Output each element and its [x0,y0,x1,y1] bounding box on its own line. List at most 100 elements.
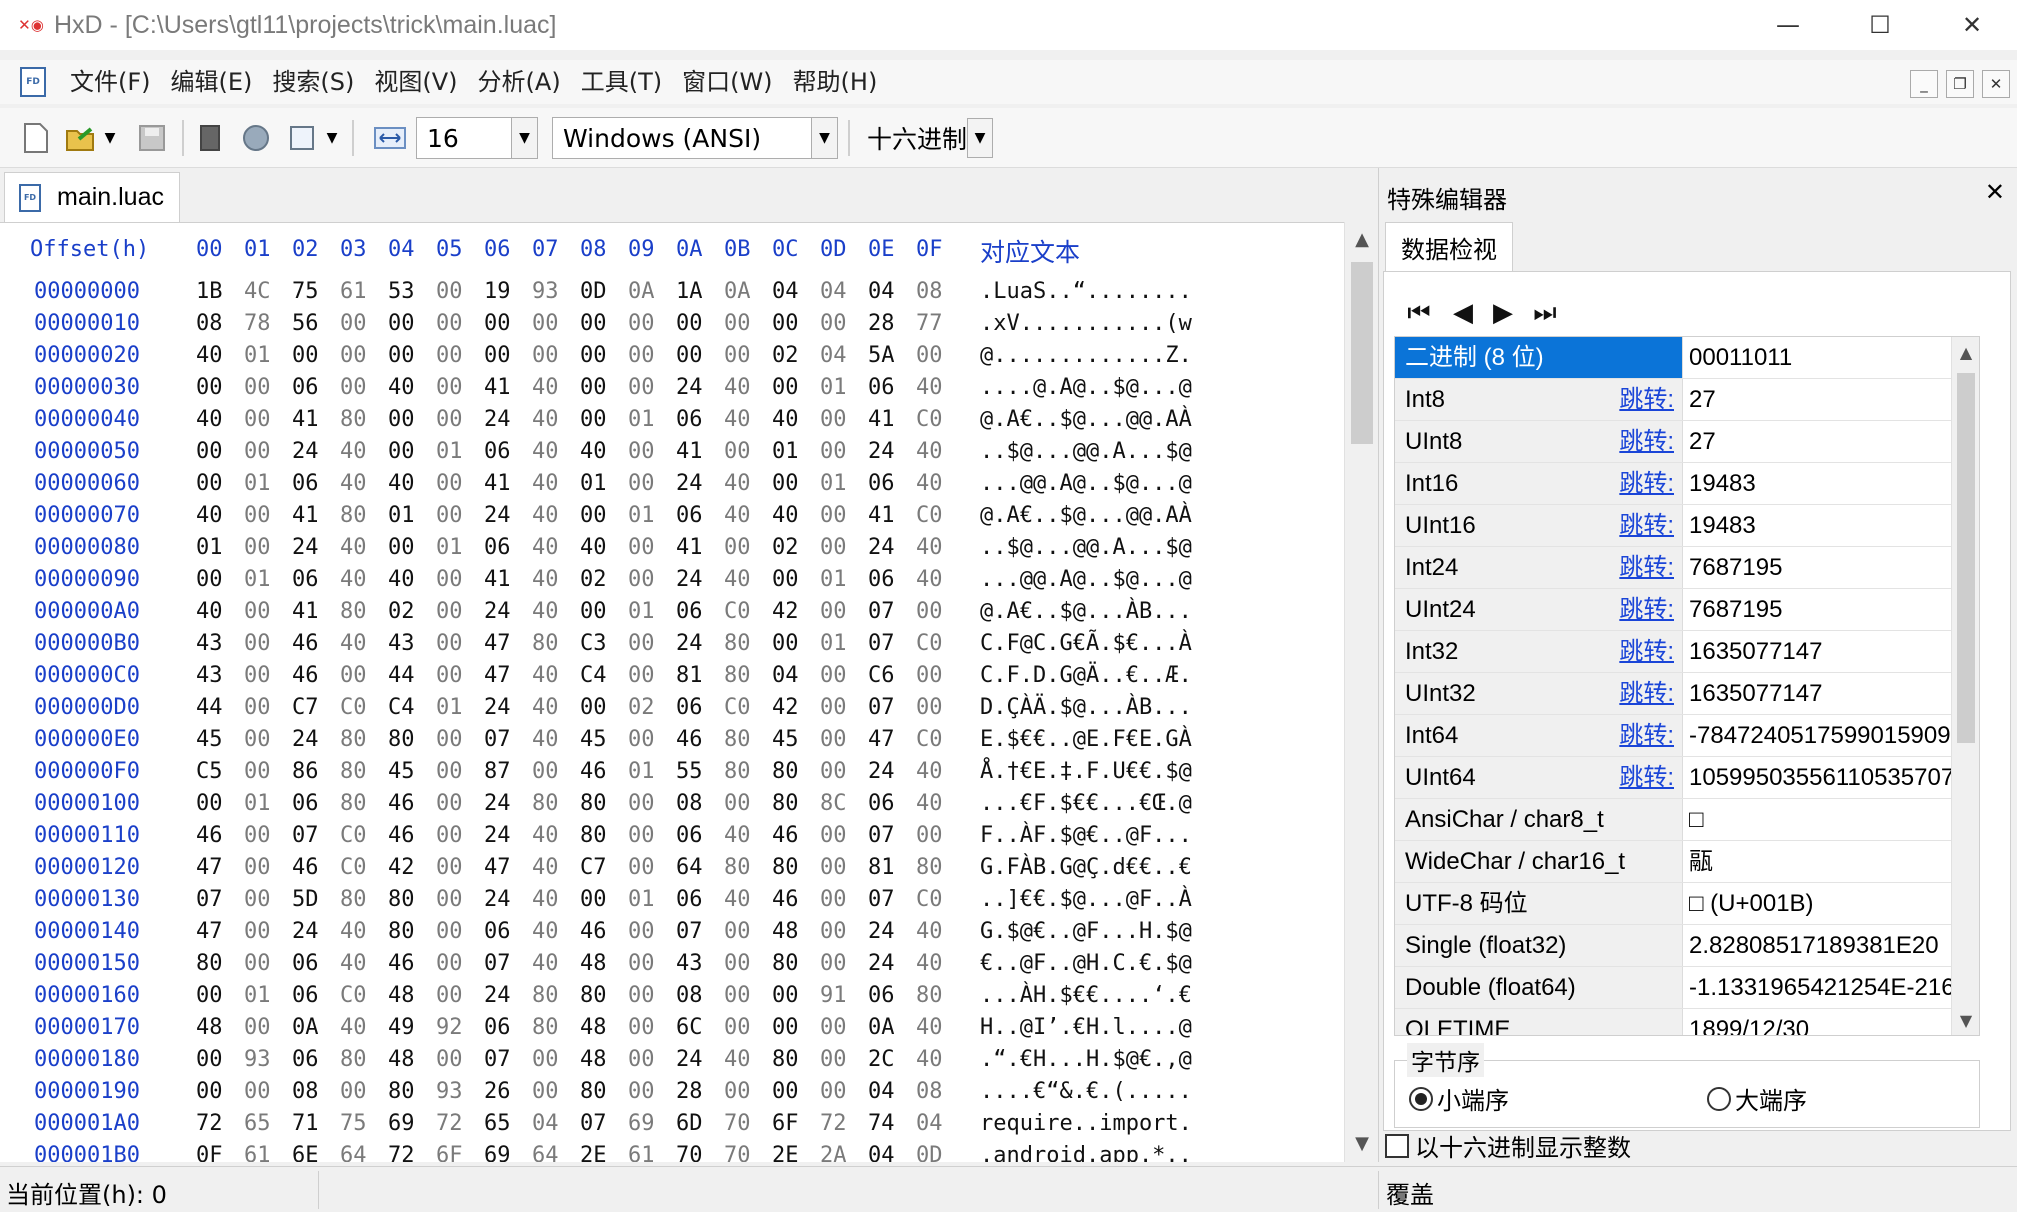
hex-byte[interactable]: 81 [676,663,703,688]
row-text[interactable]: ....@.A@..$@...@ [980,375,1192,400]
hex-byte[interactable]: 00 [436,919,463,944]
hex-row[interactable]: 000001B0 0F 61 6E 64 72 6F 69 64 2E 61 70 70 2E 2A 04 0D… [0,1143,1344,1162]
hex-byte[interactable]: 00 [628,631,655,656]
hex-byte[interactable]: 07 [292,823,319,848]
hex-byte[interactable]: 00 [436,983,463,1008]
hex-byte[interactable]: 46 [580,759,607,784]
hex-byte[interactable]: 06 [868,983,895,1008]
hex-byte[interactable]: 00 [196,471,223,496]
hex-byte[interactable]: 40 [724,567,751,592]
hex-byte[interactable]: 41 [292,407,319,432]
hex-byte[interactable]: 48 [772,919,799,944]
hex-byte[interactable]: 01 [436,439,463,464]
hex-byte[interactable]: 24 [676,375,703,400]
hex-byte[interactable]: 40 [340,439,367,464]
hex-byte[interactable]: 24 [676,631,703,656]
hex-byte[interactable]: 06 [292,567,319,592]
hex-byte[interactable]: 40 [916,791,943,816]
hex-byte[interactable]: 00 [436,471,463,496]
hex-byte[interactable]: 00 [724,791,751,816]
hex-byte[interactable]: 00 [628,727,655,752]
hex-byte[interactable]: 8C [820,791,847,816]
hex-byte[interactable]: 00 [436,887,463,912]
hex-row[interactable]: 00000130 07 00 5D 80 80 00 24 40 00 01 06 40 46 00 07 C0… [0,887,1344,919]
hex-byte[interactable]: 04 [868,1143,895,1162]
hex-byte[interactable]: 40 [532,567,559,592]
checkbox-box[interactable] [1385,1133,1409,1158]
hex-byte[interactable]: 40 [340,919,367,944]
hex-row[interactable]: 00000040 40 00 41 80 00 00 24 40 00 01 06 40 40 00 41 C0… [0,407,1344,439]
hex-byte[interactable]: 00 [388,343,415,368]
hex-byte[interactable]: 6F [772,1111,799,1136]
hex-byte[interactable]: 00 [820,535,847,560]
hex-byte[interactable]: 01 [628,887,655,912]
hex-byte[interactable]: 00 [244,823,271,848]
jump-link[interactable]: 跳转: [1619,463,1674,504]
hex-byte[interactable]: 01 [820,631,847,656]
hex-byte[interactable]: 24 [868,759,895,784]
hex-row[interactable]: 00000190 00 00 08 00 80 93 26 00 80 00 28 00 00 00 04 08… [0,1079,1344,1111]
hex-byte[interactable]: 45 [388,759,415,784]
hex-byte[interactable]: 06 [292,983,319,1008]
hex-byte[interactable]: 00 [724,439,751,464]
hex-byte[interactable]: 70 [724,1111,751,1136]
first-icon[interactable]: ⏮ [1402,296,1436,330]
hex-byte[interactable]: 00 [388,311,415,336]
hex-byte[interactable]: 28 [676,1079,703,1104]
hex-byte[interactable]: 41 [868,503,895,528]
hex-row[interactable]: 00000120 47 00 46 C0 42 00 47 40 C7 00 64 80 80 00 81 80… [0,855,1344,887]
hex-byte[interactable]: 80 [580,823,607,848]
hex-byte[interactable]: 64 [676,855,703,880]
hex-row[interactable]: 00000170 48 00 0A 40 49 92 06 80 48 00 6C 00 00 00 0A 40… [0,1015,1344,1047]
open-dropdown-icon[interactable]: ▼ [100,118,120,158]
save-icon[interactable] [132,118,172,158]
hex-byte[interactable]: 40 [196,343,223,368]
hex-byte[interactable]: 0F [196,1143,223,1162]
hex-byte[interactable]: 00 [388,439,415,464]
hex-byte[interactable]: 40 [724,407,751,432]
hex-byte[interactable]: 06 [676,407,703,432]
hex-byte[interactable]: 00 [244,695,271,720]
hex-byte[interactable]: 00 [244,1079,271,1104]
hex-byte[interactable]: 06 [676,503,703,528]
hex-byte[interactable]: 02 [388,599,415,624]
hex-byte[interactable]: 87 [484,759,511,784]
row-text[interactable]: E.$€€..@E.F€E.GÀ [980,727,1192,752]
hex-byte[interactable]: 47 [484,631,511,656]
row-text[interactable]: Å.†€E.‡.F.U€€.$@ [980,759,1192,784]
hex-byte[interactable]: 0A [724,279,751,304]
hex-byte[interactable]: 75 [340,1111,367,1136]
hex-byte[interactable]: 80 [340,759,367,784]
hex-byte[interactable]: 00 [628,983,655,1008]
hex-byte[interactable]: 47 [484,855,511,880]
hex-byte[interactable]: 40 [724,375,751,400]
inspector-row[interactable]: UInt64 跳转: 10599503556110535707 [1395,757,1965,799]
row-text[interactable]: .xV...........(w [980,311,1192,336]
hex-row[interactable]: 000000F0 C5 00 86 80 45 00 87 00 46 01 55 80 80 00 24 40… [0,759,1344,791]
hex-byte[interactable]: 86 [292,759,319,784]
hex-byte[interactable]: 00 [244,1015,271,1040]
hex-byte[interactable]: 6D [676,1111,703,1136]
hex-byte[interactable]: 08 [292,1079,319,1104]
hex-byte[interactable]: 00 [820,311,847,336]
tab-data-inspector[interactable]: 数据检视 [1385,222,1513,272]
hex-byte[interactable]: 24 [484,791,511,816]
close-icon[interactable]: ✕ [1926,0,2017,50]
hex-byte[interactable]: C0 [916,407,943,432]
previous-icon[interactable]: ◀ [1446,296,1480,330]
inspector-value[interactable]: 1635077147 [1689,631,1965,672]
hex-integer-checkbox[interactable]: 以十六进制显示整数 [1385,1128,1631,1163]
menu-tools[interactable]: 工具(T) [571,60,672,104]
hex-byte[interactable]: C4 [580,663,607,688]
hex-byte[interactable]: 64 [340,1143,367,1162]
hex-byte[interactable]: 28 [868,311,895,336]
jump-link[interactable]: 跳转: [1619,757,1674,798]
row-text[interactable]: @.............Z. [980,343,1192,368]
inspector-value[interactable]: 27 [1689,379,1965,420]
hex-byte[interactable]: 40 [916,951,943,976]
hex-byte[interactable]: 00 [196,1079,223,1104]
hex-byte[interactable]: 00 [532,343,559,368]
hex-byte[interactable]: 24 [484,599,511,624]
hex-byte[interactable]: 00 [628,439,655,464]
hex-byte[interactable]: 01 [580,471,607,496]
